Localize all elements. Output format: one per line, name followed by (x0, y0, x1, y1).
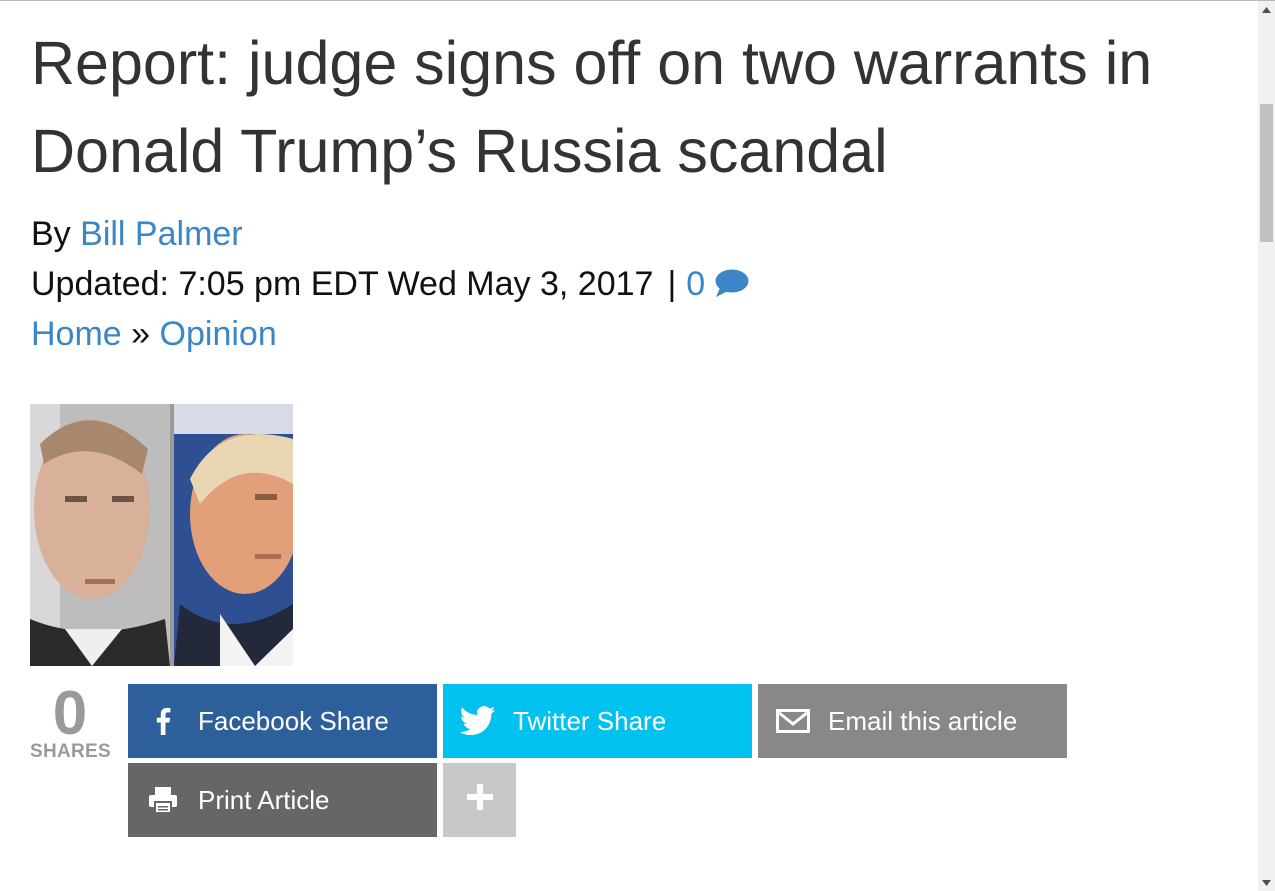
author-link[interactable]: Bill Palmer (80, 215, 242, 253)
updated-timestamp: Updated: 7:05 pm EDT Wed May 3, 2017 (31, 265, 654, 303)
byline-prefix: By (31, 215, 71, 253)
more-share-options-button[interactable] (443, 763, 516, 837)
envelope-icon (758, 709, 828, 733)
facebook-share-label: Facebook Share (198, 705, 389, 736)
facebook-icon (128, 707, 198, 735)
twitter-share-button[interactable]: Twitter Share (443, 684, 752, 758)
breadcrumb-separator: » (131, 315, 151, 353)
share-count-label: SHARES (30, 741, 111, 762)
scrollbar-thumb[interactable] (1260, 104, 1273, 242)
share-counter: 0 SHARES (30, 679, 111, 762)
email-article-button[interactable]: Email this article (758, 684, 1067, 758)
updated-line: Updated: 7:05 pm EDT Wed May 3, 2017 | 0 (31, 264, 749, 307)
comment-count-link[interactable]: 0 (686, 265, 749, 303)
plus-icon (466, 783, 494, 818)
breadcrumb: Home » Opinion (31, 314, 277, 354)
vertical-scrollbar[interactable] (1258, 1, 1275, 891)
email-article-label: Email this article (828, 705, 1018, 736)
scroll-down-arrow-icon[interactable] (1258, 874, 1275, 891)
breadcrumb-home-link[interactable]: Home (31, 315, 122, 353)
print-article-button[interactable]: Print Article (128, 763, 437, 837)
comment-count: 0 (686, 265, 706, 303)
byline: By Bill Palmer (31, 214, 243, 254)
breadcrumb-section-link[interactable]: Opinion (160, 315, 277, 353)
share-count-number: 0 (52, 679, 88, 748)
facebook-share-button[interactable]: Facebook Share (128, 684, 437, 758)
twitter-bird-icon (443, 706, 513, 736)
article-thumbnail-image (30, 404, 293, 666)
article-page: Report: judge signs off on two warrants … (0, 1, 1258, 891)
scroll-up-arrow-icon[interactable] (1258, 1, 1275, 18)
twitter-share-label: Twitter Share (513, 705, 667, 736)
print-article-label: Print Article (198, 784, 330, 815)
printer-icon (128, 786, 198, 814)
speech-bubble-icon (713, 267, 749, 307)
article-title: Report: judge signs off on two warrants … (31, 29, 1153, 185)
meta-separator: | (667, 265, 677, 303)
